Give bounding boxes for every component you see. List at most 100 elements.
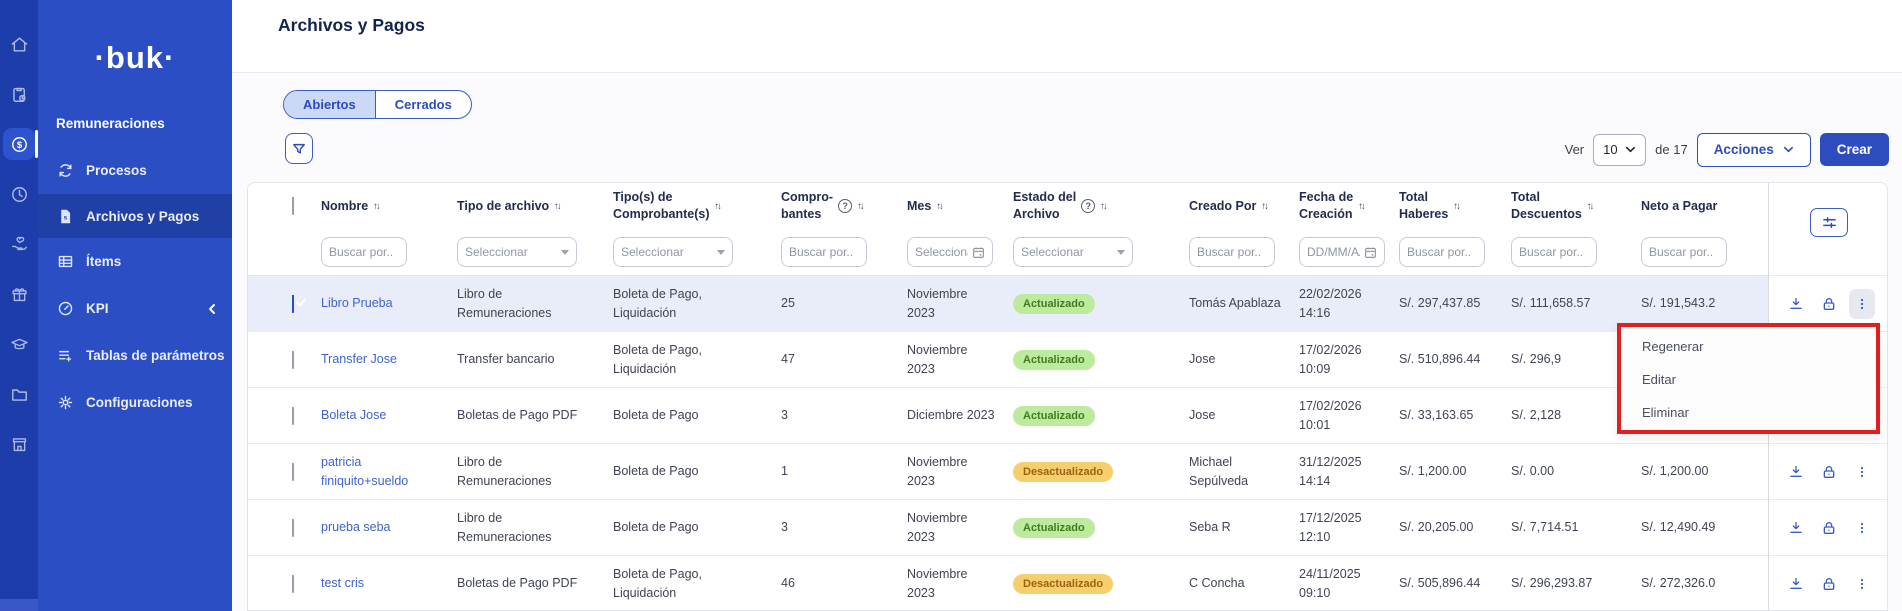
col-total-descuentos[interactable]: Total Descuentos (1511, 189, 1582, 223)
clipboard-clock-icon[interactable] (3, 78, 35, 110)
row-checkbox[interactable] (292, 407, 294, 425)
table-row: test cris Boletas de Pago PDF Boleta de … (248, 556, 1768, 611)
col-tipos-comprobante[interactable]: Tipo(s) de Comprobante(s) (613, 189, 710, 223)
lock-icon[interactable] (1816, 569, 1842, 599)
download-icon[interactable] (1783, 513, 1809, 543)
row-checkbox[interactable] (292, 575, 294, 593)
lock-icon[interactable] (1816, 289, 1842, 319)
home-icon[interactable] (3, 28, 35, 60)
sort-icon[interactable]: ↑↓ (1358, 201, 1364, 212)
row-name-link[interactable]: test cris (318, 574, 454, 592)
folder-icon[interactable] (3, 378, 35, 410)
row-name-link[interactable]: prueba seba (318, 518, 454, 536)
lock-icon[interactable] (1816, 457, 1842, 487)
sort-icon[interactable]: ↑↓ (1100, 201, 1106, 212)
filter-tipos-comprobante-select[interactable]: Seleccionar (613, 237, 733, 267)
table-row: Transfer Jose Transfer bancario Boleta d… (248, 332, 1768, 388)
clock-icon[interactable] (3, 178, 35, 210)
select-all-checkbox[interactable] (292, 197, 294, 215)
filter-comprobantes-input[interactable]: Buscar por.. (781, 237, 867, 267)
sort-icon[interactable]: ↑↓ (857, 201, 863, 212)
tab-abiertos[interactable]: Abiertos (284, 91, 376, 118)
sort-icon[interactable]: ↑↓ (1587, 201, 1593, 212)
row-name-link[interactable]: Transfer Jose (318, 350, 454, 368)
menu-item-eliminar[interactable]: Eliminar (1621, 396, 1876, 429)
sidebar-item-configuraciones[interactable]: Configuraciones (38, 379, 232, 426)
sidebar-item-kpi[interactable]: KPI (38, 285, 232, 332)
col-tipo-archivo[interactable]: Tipo de archivo (457, 198, 549, 215)
cell-creado-por: Seba R (1186, 518, 1296, 536)
column-settings-button[interactable] (1810, 208, 1848, 237)
menu-item-regenerar[interactable]: Regenerar (1621, 330, 1876, 363)
help-icon[interactable] (1081, 199, 1095, 213)
col-fecha-creacion[interactable]: Fecha de Creación (1299, 189, 1353, 223)
sidebar-item-procesos[interactable]: Procesos (38, 147, 232, 194)
sort-icon[interactable]: ↑↓ (1453, 201, 1459, 212)
filter-tipo-archivo-select[interactable]: Seleccionar (457, 237, 577, 267)
filter-estado-select[interactable]: Seleccionar (1013, 237, 1133, 267)
filter-mes-datepicker[interactable]: Seleccionar (907, 237, 993, 267)
filter-creado-por-input[interactable]: Buscar por.. (1189, 237, 1275, 267)
col-total-haberes[interactable]: Total Haberes (1399, 189, 1448, 223)
col-comprobantes[interactable]: Compro- bantes (781, 189, 833, 223)
lock-icon[interactable] (1816, 513, 1842, 543)
cell-creado-por: Michael Sepúlveda (1186, 453, 1296, 489)
chevron-left-icon[interactable] (206, 303, 218, 315)
col-neto-a-pagar[interactable]: Neto a Pagar (1641, 198, 1717, 215)
row-checkbox[interactable] (292, 463, 294, 481)
sidebar-item-tablas-de-parametros[interactable]: Tablas de parámetros (38, 332, 232, 379)
cell-total-descuentos: S/. 296,293.87 (1508, 574, 1638, 592)
sort-icon[interactable]: ↑↓ (1261, 201, 1267, 212)
col-mes[interactable]: Mes (907, 198, 931, 215)
row-checkbox[interactable] (292, 519, 294, 537)
kebab-menu-icon[interactable] (1849, 289, 1875, 319)
chevron-down-icon (1783, 144, 1794, 155)
download-icon[interactable] (1783, 457, 1809, 487)
sort-icon[interactable]: ↑↓ (373, 201, 379, 212)
sidebar-item-label: Configuraciones (86, 395, 193, 410)
filter-neto-input[interactable]: Buscar por.. (1641, 237, 1727, 267)
download-icon[interactable] (1783, 569, 1809, 599)
row-checkbox[interactable] (292, 295, 294, 313)
graduation-cap-icon[interactable] (3, 328, 35, 360)
kebab-menu-icon[interactable] (1849, 457, 1875, 487)
kebab-menu-icon[interactable] (1849, 569, 1875, 599)
cell-mes: Noviembre 2023 (904, 509, 1010, 545)
kebab-menu-icon[interactable] (1849, 513, 1875, 543)
sidebar-item-archivos-y-pagos[interactable]: s Archivos y Pagos (38, 194, 232, 238)
storefront-icon[interactable] (3, 428, 35, 460)
status-badge: Actualizado (1013, 350, 1095, 370)
sidebar-item-items[interactable]: Ítems (38, 238, 232, 285)
row-name-link[interactable]: Boleta Jose (318, 406, 454, 424)
acciones-button[interactable]: Acciones (1697, 133, 1811, 167)
filter-nombre-input[interactable]: Buscar por.. (321, 237, 407, 267)
row-name-link[interactable]: patricia finiquito+sueldo (318, 453, 454, 489)
download-icon[interactable] (1783, 289, 1809, 319)
table-row: Libro Prueba Libro de Remuneraciones Bol… (248, 276, 1768, 332)
cell-tipo-archivo: Boletas de Pago PDF (454, 574, 610, 592)
menu-item-editar[interactable]: Editar (1621, 363, 1876, 396)
page-size-select[interactable]: 10 (1593, 134, 1646, 166)
sort-icon[interactable]: ↑↓ (715, 201, 721, 212)
cell-mes: Noviembre 2023 (904, 453, 1010, 489)
cell-neto: S/. 272,326.0 (1638, 574, 1768, 592)
table-row: Boleta Jose Boletas de Pago PDF Boleta d… (248, 388, 1768, 444)
filter-total-haberes-input[interactable]: Buscar por.. (1399, 237, 1485, 267)
filter-button[interactable] (285, 133, 313, 164)
row-name-link[interactable]: Libro Prueba (318, 294, 454, 312)
sort-icon[interactable]: ↑↓ (936, 201, 942, 212)
filter-fecha-datepicker[interactable]: DD/MM/AAAA (1299, 237, 1385, 267)
col-nombre[interactable]: Nombre (321, 198, 368, 215)
cell-tipos-comprobante: Boleta de Pago, Liquidación (610, 565, 778, 601)
help-icon[interactable] (838, 199, 852, 213)
sort-icon[interactable]: ↑↓ (554, 201, 560, 212)
filter-total-descuentos-input[interactable]: Buscar por.. (1511, 237, 1597, 267)
money-icon[interactable]: $ (3, 128, 35, 160)
crear-button[interactable]: Crear (1820, 133, 1889, 166)
hand-heart-icon[interactable] (3, 228, 35, 260)
col-estado-archivo[interactable]: Estado del Archivo (1013, 189, 1076, 223)
gift-icon[interactable] (3, 278, 35, 310)
row-checkbox[interactable] (292, 351, 294, 369)
col-creado-por[interactable]: Creado Por (1189, 198, 1256, 215)
tab-cerrados[interactable]: Cerrados (376, 91, 471, 118)
